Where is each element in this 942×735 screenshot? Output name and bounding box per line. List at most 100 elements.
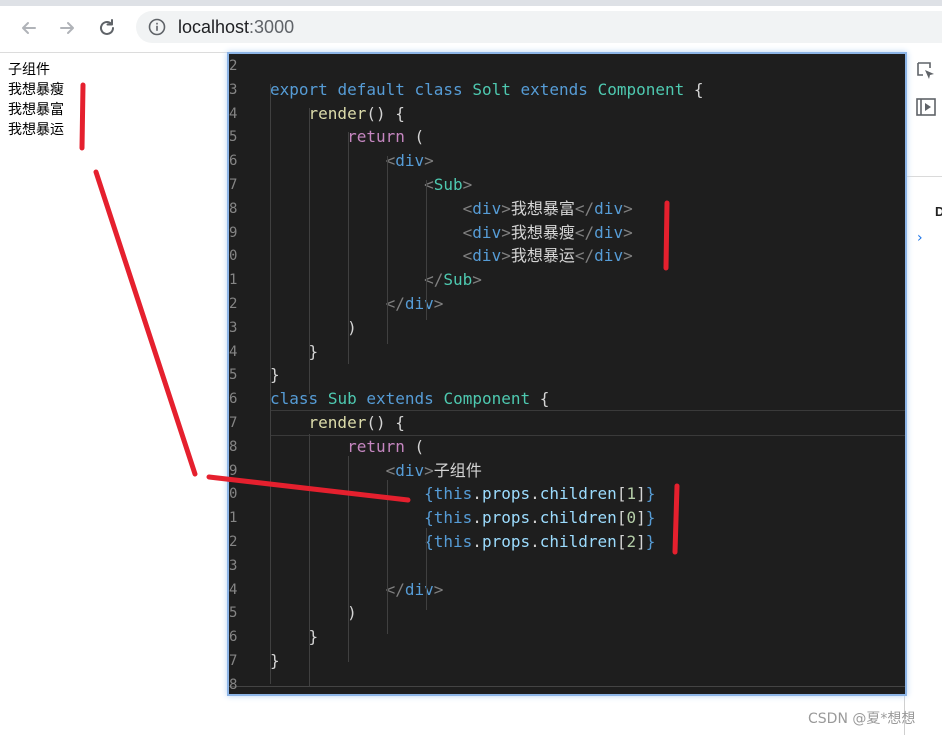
code-line[interactable]: 7} (229, 649, 905, 673)
line-number: 9 (229, 462, 238, 479)
code-text: ) (347, 603, 357, 623)
code-text: </div> (385, 579, 444, 599)
devtools-panel: D › (904, 52, 942, 735)
indent-guide (426, 180, 427, 320)
line-number: 5 (229, 129, 238, 146)
output-line: 我想暴富 (8, 102, 64, 118)
code-line[interactable]: 9 <div>子组件 (229, 459, 905, 483)
line-number: 8 (229, 438, 238, 455)
line-number: 4 (229, 343, 238, 360)
code-line[interactable]: 6 class Sub extends Component { (229, 387, 905, 411)
code-editor[interactable]: 2 3 export default class Solt extends Comp… (229, 54, 905, 694)
indent-guide (426, 528, 427, 610)
code-text: <div> (385, 151, 434, 171)
indent-guide (309, 108, 310, 394)
code-line[interactable]: 8 <div>我想暴富</div> (229, 197, 905, 221)
indent-guide (348, 132, 349, 364)
line-number: 6 (229, 391, 238, 408)
url-text[interactable]: localhost:3000 (178, 17, 294, 38)
inspect-element-icon[interactable] (915, 60, 937, 82)
code-line[interactable]: 7 render() { (229, 411, 905, 435)
code-line[interactable]: 5} (229, 363, 905, 387)
line-number: 2 (229, 534, 238, 550)
code-line[interactable]: 2 </div> (229, 292, 905, 316)
line-number: 3 (229, 557, 238, 574)
line-number: 1 (229, 510, 238, 527)
indent-guide (387, 480, 388, 634)
code-text: } (270, 365, 280, 385)
code-line[interactable]: 5 ) (229, 601, 905, 625)
back-arrow-icon (22, 22, 36, 34)
code-line[interactable]: 2 (229, 54, 905, 78)
code-line[interactable]: 4 } (229, 340, 905, 364)
tab-strip (0, 0, 942, 6)
indent-guide (348, 456, 349, 662)
code-text: {this.props.children[1]} (424, 484, 656, 504)
output-line: 我想暴瘦 (8, 82, 64, 98)
annotation-mark (79, 82, 86, 151)
line-number: 5 (229, 605, 238, 622)
code-text: class Sub extends Component { (270, 389, 550, 409)
code-line[interactable]: 1 {this.props.children[0]} (229, 506, 905, 530)
code-line[interactable]: 2 {this.props.children[2]} (229, 530, 905, 554)
code-line[interactable]: 0 {this.props.children[1]} (229, 482, 905, 506)
indent-guide (270, 84, 271, 684)
code-text: <div>我想暴运</div> (462, 246, 633, 266)
line-number: 2 (229, 58, 238, 74)
line-number: 7 (229, 653, 238, 669)
code-line[interactable]: 1 </Sub> (229, 268, 905, 292)
code-text: } (308, 627, 319, 647)
line-number: 8 (229, 676, 238, 693)
code-line[interactable]: 6 <div> (229, 149, 905, 173)
code-line[interactable]: 3 ) (229, 316, 905, 340)
line-number: 3 (229, 81, 238, 98)
code-line[interactable]: 8 return ( (229, 435, 905, 459)
code-line[interactable]: 3 export default class Solt extends Compo… (229, 78, 905, 102)
line-number: 9 (229, 224, 238, 241)
devtools-divider (905, 176, 942, 177)
line-number: 0 (229, 486, 238, 503)
url-host: localhost (178, 17, 250, 37)
code-line[interactable]: 6 } (229, 625, 905, 649)
indent-guide (309, 434, 310, 686)
info-icon[interactable] (148, 18, 166, 36)
code-line[interactable]: 9 <div>我想暴瘦</div> (229, 221, 905, 245)
code-text: </Sub> (424, 270, 482, 290)
code-line[interactable]: 3 (229, 554, 905, 578)
devtools-tab-label[interactable]: D (935, 204, 942, 219)
back-button[interactable] (14, 13, 44, 43)
line-number: 8 (229, 200, 238, 217)
code-text: <div>子组件 (385, 460, 482, 480)
code-line[interactable]: 7 <Sub> (229, 173, 905, 197)
browser-toolbar: localhost:3000 (0, 0, 942, 53)
code-text: {this.props.children[0]} (424, 508, 656, 528)
code-text: } (270, 651, 280, 670)
code-line[interactable]: 5 return ( (229, 125, 905, 149)
code-text: render() { (308, 413, 405, 432)
line-number: 7 (229, 415, 238, 431)
code-line[interactable]: 8 (229, 673, 905, 694)
line-number: 2 (229, 296, 238, 312)
code-text: render() { (308, 103, 405, 123)
code-text: <div>我想暴富</div> (462, 198, 633, 218)
line-number: 4 (229, 581, 238, 598)
annotation-mark (93, 169, 198, 477)
code-text: export default class Solt extends Compon… (270, 79, 704, 99)
line-number: 6 (229, 629, 238, 646)
code-line[interactable]: 0 <div>我想暴运</div> (229, 244, 905, 268)
forward-arrow-icon (60, 22, 74, 34)
watermark: CSDN @夏*想想 (808, 711, 916, 727)
code-line[interactable]: 4 render() { (229, 102, 905, 126)
output-line: 我想暴运 (8, 122, 64, 138)
device-toolbar-icon[interactable] (915, 96, 937, 118)
line-number: 4 (229, 105, 238, 122)
code-line[interactable]: 4 </div> (229, 578, 905, 602)
rendered-output: 子组件 我想暴瘦 我想暴富 我想暴运 (8, 60, 64, 140)
forward-button[interactable] (52, 13, 82, 43)
address-bar[interactable]: localhost:3000 (136, 11, 942, 43)
expand-chevron-icon[interactable]: › (917, 230, 923, 246)
line-number: 0 (229, 248, 238, 265)
reload-button[interactable] (92, 13, 122, 43)
line-number: 6 (229, 153, 238, 170)
code-text: <Sub> (424, 175, 473, 194)
